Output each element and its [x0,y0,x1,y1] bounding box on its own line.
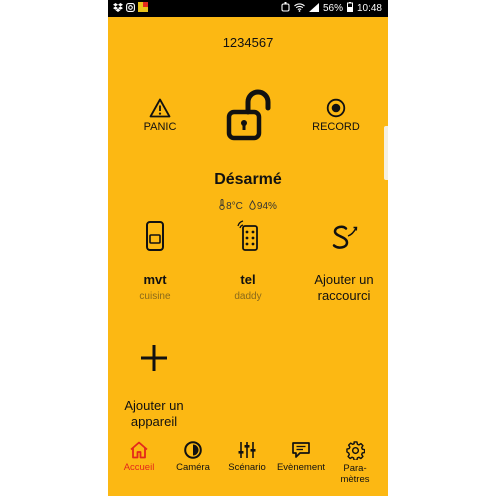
alarm-icon [281,2,290,15]
thermometer-icon [219,199,225,213]
sliders-icon [221,441,273,459]
plus-icon [112,344,196,372]
shortcut-label-line2: raccourci [317,288,371,303]
nav-label-line1: Para- [343,463,367,474]
humidity-value: 94% [256,200,277,212]
gear-icon [329,441,381,460]
system-code: 1234567 [222,35,274,50]
app-notification-icon [138,2,148,15]
add-shortcut-button[interactable]: Ajouter un raccourci [302,220,386,304]
instagram-icon [126,2,135,15]
dropbox-icon [113,2,123,15]
add-device-label-line2: appareil [130,414,178,429]
nav-label: Caméra [176,462,210,473]
nav-label: Scénario [228,462,266,473]
signal-icon [308,2,319,15]
battery-icon [346,2,353,15]
remote-control-icon [213,220,283,252]
panic-button[interactable]: PANIC [128,98,192,133]
record-label: RECORD [312,121,360,133]
side-handle[interactable] [384,126,388,180]
device-name: tel [240,272,256,287]
nav-label: Accueil [123,462,155,473]
nav-label: Evènement [276,462,326,473]
shortcut-label-line1: Ajouter un [314,272,374,287]
sensor-readings: 8°C 94% [108,199,388,213]
camera-icon [167,441,219,459]
panic-label: PANIC [143,121,177,133]
unlocked-padlock-icon [226,88,276,142]
nav-events[interactable]: Evènement [275,441,327,473]
warning-icon [128,98,192,118]
alarm-state: Désarmé [214,171,282,188]
wifi-icon [294,2,305,15]
temperature-value: 8°C [226,200,243,212]
add-device-label-line1: Ajouter un [124,398,184,413]
nav-home[interactable]: Accueil [113,441,165,473]
record-button[interactable]: RECORD [304,98,368,133]
shortcut-icon [302,220,386,254]
add-device-button[interactable]: Ajouter un appareil [112,344,196,430]
nav-scenario[interactable]: Scénario [221,441,273,473]
device-location: daddy [234,291,262,302]
device-tile-mvt[interactable]: mvt cuisine [120,220,190,302]
nav-label-line2: mètres [340,474,370,485]
humidity-icon [249,199,256,213]
motion-sensor-icon [120,220,190,252]
device-location: cuisine [139,291,171,302]
app-screen: 56% 10:48 1234567 PANIC RECORD Désarmé 8… [108,0,388,496]
device-name: mvt [143,272,167,287]
arm-toggle-button[interactable] [226,88,276,142]
status-bar: 56% 10:48 [108,0,388,17]
battery-percent: 56% [322,3,343,14]
chat-icon [275,441,327,459]
nav-camera[interactable]: Caméra [167,441,219,473]
record-icon [304,98,368,118]
home-icon [113,441,165,459]
nav-label: Para- mètres [329,463,381,485]
clock: 10:48 [356,3,382,14]
nav-settings[interactable]: Para- mètres [329,441,381,485]
device-tile-tel[interactable]: tel daddy [213,220,283,302]
